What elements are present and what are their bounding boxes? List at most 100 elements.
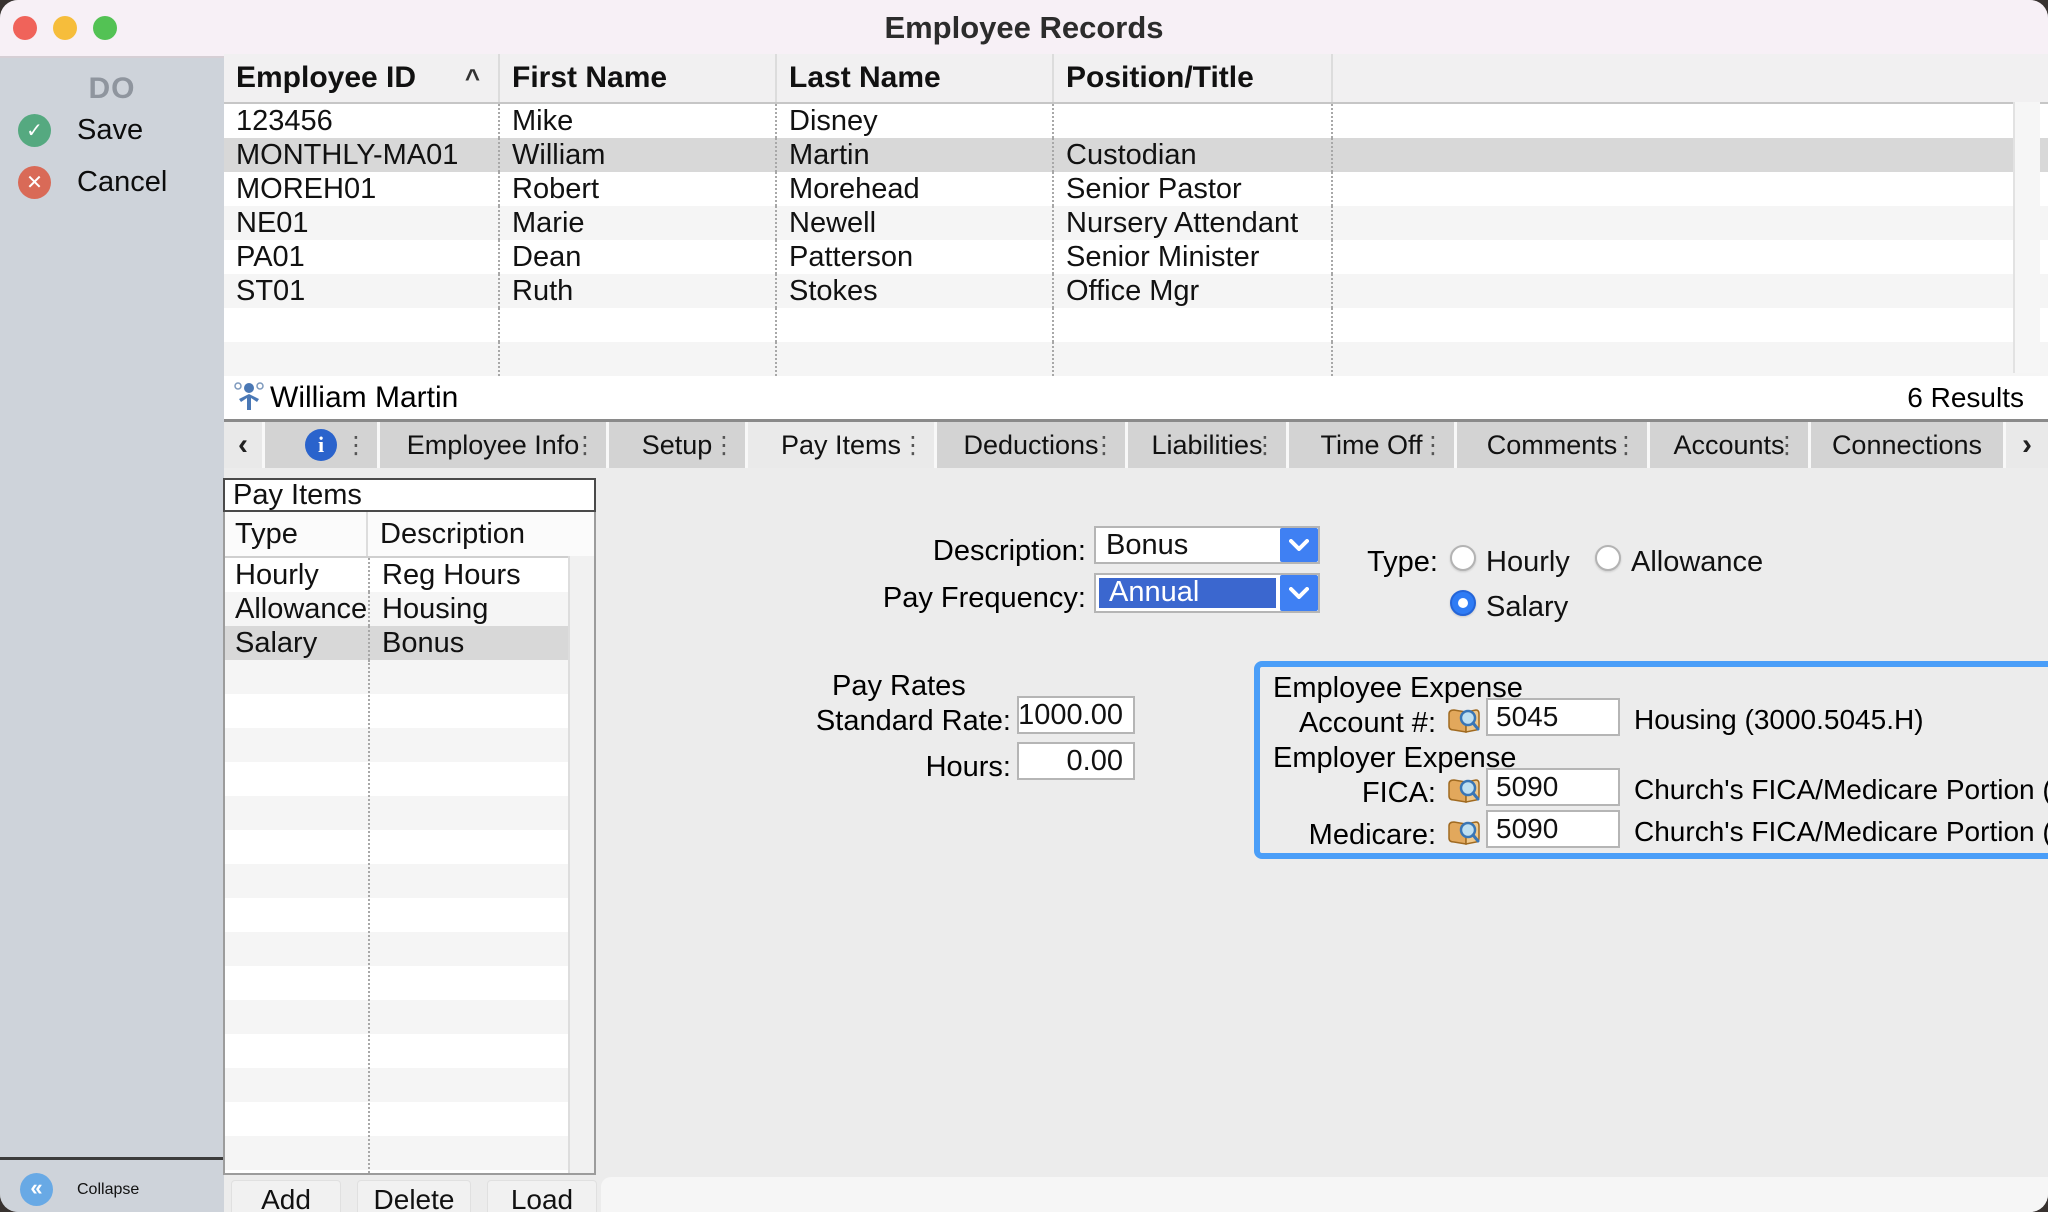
description-label: Description: (864, 535, 1086, 568)
table-row[interactable]: MOREH01RobertMoreheadSenior Pastor (224, 172, 2048, 206)
employee-person-icon (234, 382, 264, 421)
radio-hourly-label: Hourly (1486, 546, 1570, 579)
chevron-right-icon: › (2022, 428, 2032, 462)
column-header-last-name[interactable]: Last Name (777, 54, 1054, 102)
radio-allowance[interactable] (1595, 545, 1621, 571)
action-sidebar: DO ✓ Save ✕ Cancel « Collapse (0, 58, 224, 1212)
tab-menu-icon[interactable]: ⋮ (1775, 431, 1799, 460)
tab-connections[interactable]: Connections (1811, 422, 2003, 468)
table-row[interactable]: PA01DeanPattersonSenior Minister (224, 240, 2048, 274)
tab-menu-icon[interactable]: ⋮ (712, 431, 736, 460)
bottom-strip (601, 1177, 2048, 1212)
sidebar-header: DO (0, 72, 224, 106)
pay-items-table-header: Type Description (225, 512, 594, 558)
account-lookup-icon[interactable] (1446, 706, 1482, 736)
pay-items-empty-rows (225, 660, 570, 1173)
pay-items-panel-title: Pay Items (223, 478, 596, 512)
save-button[interactable]: ✓ Save (18, 114, 143, 147)
column-header-type[interactable]: Type (225, 512, 368, 556)
record-header-bar: William Martin 6 Results (224, 376, 2048, 422)
standard-rate-field[interactable]: 1000.00 (1017, 696, 1135, 734)
tab-pay-items[interactable]: Pay Items⋮ (748, 422, 934, 468)
employer-expense-label: Employer Expense (1273, 742, 1516, 775)
chevron-down-icon (1289, 587, 1309, 599)
pay-items-buttons: Add Delete Load (231, 1180, 597, 1212)
column-header-description[interactable]: Description (368, 518, 594, 551)
pay-frequency-value: Annual (1099, 578, 1276, 608)
delete-button[interactable]: Delete (357, 1180, 471, 1212)
description-dropdown-button[interactable] (1280, 528, 1318, 562)
results-count: 6 Results (1907, 382, 2024, 414)
account-description: Housing (3000.5045.H) (1634, 704, 1924, 736)
screen: Employee Records DO ✓ Save ✕ Cancel « Co… (0, 0, 2048, 1212)
tab-time-off[interactable]: Time Off⋮ (1289, 422, 1454, 468)
collapse-button[interactable]: « Collapse (20, 1173, 139, 1206)
tab-info[interactable]: i ⋮ (265, 422, 377, 468)
tab-menu-icon[interactable]: ⋮ (344, 431, 368, 460)
tab-menu-icon[interactable]: ⋮ (1092, 431, 1116, 460)
hours-field[interactable]: 0.00 (1017, 742, 1135, 780)
fica-description: Church's FICA/Medicare Portion (3000.509… (1634, 774, 2048, 806)
tab-menu-icon[interactable]: ⋮ (573, 431, 597, 460)
fica-lookup-icon[interactable] (1446, 776, 1482, 806)
pay-items-table: Type Description HourlyReg Hours Allowan… (223, 512, 596, 1175)
pay-frequency-dropdown[interactable]: Annual (1094, 573, 1320, 613)
cancel-x-icon: ✕ (18, 166, 51, 199)
tab-accounts[interactable]: Accounts⋮ (1650, 422, 1808, 468)
column-header-position[interactable]: Position/Title (1054, 54, 1333, 102)
pay-item-row[interactable]: HourlyReg Hours (225, 558, 594, 592)
medicare-lookup-icon[interactable] (1446, 818, 1482, 848)
table-row-empty (224, 342, 2048, 376)
tab-deductions[interactable]: Deductions⋮ (937, 422, 1125, 468)
tab-setup[interactable]: Setup⋮ (609, 422, 745, 468)
employee-table-header: Employee ID ^ First Name Last Name Posit… (224, 54, 2048, 104)
tabs-scroll-left-button[interactable]: ‹ (224, 422, 262, 468)
radio-hourly[interactable] (1450, 545, 1476, 571)
save-label: Save (77, 114, 143, 147)
pay-items-column-divider (368, 660, 370, 1173)
pay-item-row[interactable]: AllowanceHousing (225, 592, 594, 626)
main-area: Employee ID ^ First Name Last Name Posit… (224, 58, 2048, 1212)
tab-menu-icon[interactable]: ⋮ (1253, 431, 1277, 460)
chevron-left-icon: ‹ (238, 428, 248, 462)
account-number-field[interactable]: 5045 (1486, 698, 1620, 736)
radio-salary-selected[interactable] (1450, 590, 1476, 616)
column-header-employee-id[interactable]: Employee ID ^ (224, 54, 500, 102)
standard-rate-label: Standard Rate: (764, 705, 1011, 738)
tabs-scroll-right-button[interactable]: › (2006, 422, 2048, 468)
add-button[interactable]: Add (231, 1180, 341, 1212)
collapse-label: Collapse (77, 1181, 139, 1199)
tab-liabilities[interactable]: Liabilities⋮ (1128, 422, 1286, 468)
tab-bar: ‹ i ⋮ Employee Info⋮ Setup⋮ Pay Items⋮ D… (224, 422, 2048, 468)
collapse-chevrons-icon: « (20, 1173, 53, 1206)
table-row[interactable]: 123456MikeDisney (224, 104, 2048, 138)
fica-account-field[interactable]: 5090 (1486, 768, 1620, 806)
cancel-button[interactable]: ✕ Cancel (18, 166, 167, 199)
load-button[interactable]: Load (487, 1180, 597, 1212)
info-icon: i (305, 429, 337, 461)
sidebar-divider (0, 1157, 224, 1160)
save-check-icon: ✓ (18, 114, 51, 147)
table-row[interactable]: ST01RuthStokesOffice Mgr (224, 274, 2048, 308)
tab-menu-icon[interactable]: ⋮ (1421, 431, 1445, 460)
pay-item-row-selected[interactable]: SalaryBonus (225, 626, 594, 660)
tab-menu-icon[interactable]: ⋮ (901, 431, 925, 460)
tab-menu-icon[interactable]: ⋮ (1614, 431, 1638, 460)
pay-items-scrollbar[interactable] (568, 556, 594, 1173)
app-window: Employee Records DO ✓ Save ✕ Cancel « Co… (0, 0, 2048, 1212)
table-row[interactable]: NE01MarieNewellNursery Attendant (224, 206, 2048, 240)
radio-allowance-label: Allowance (1631, 546, 1763, 579)
column-header-first-name[interactable]: First Name (500, 54, 777, 102)
pay-frequency-dropdown-button[interactable] (1280, 575, 1318, 611)
medicare-account-field[interactable]: 5090 (1486, 810, 1620, 848)
pay-rates-title: Pay Rates (832, 670, 966, 703)
tab-comments[interactable]: Comments⋮ (1457, 422, 1647, 468)
table-row-selected[interactable]: MONTHLY-MA01WilliamMartinCustodian (224, 138, 2048, 172)
employee-table-body: 123456MikeDisney MONTHLY-MA01WilliamMart… (224, 104, 2048, 376)
description-dropdown[interactable]: Bonus (1094, 526, 1320, 564)
table-scrollbar[interactable] (2013, 102, 2040, 373)
description-value: Bonus (1096, 528, 1280, 562)
sort-ascending-icon[interactable]: ^ (465, 54, 480, 102)
tab-employee-info[interactable]: Employee Info⋮ (380, 422, 606, 468)
record-name: William Martin (270, 381, 458, 415)
